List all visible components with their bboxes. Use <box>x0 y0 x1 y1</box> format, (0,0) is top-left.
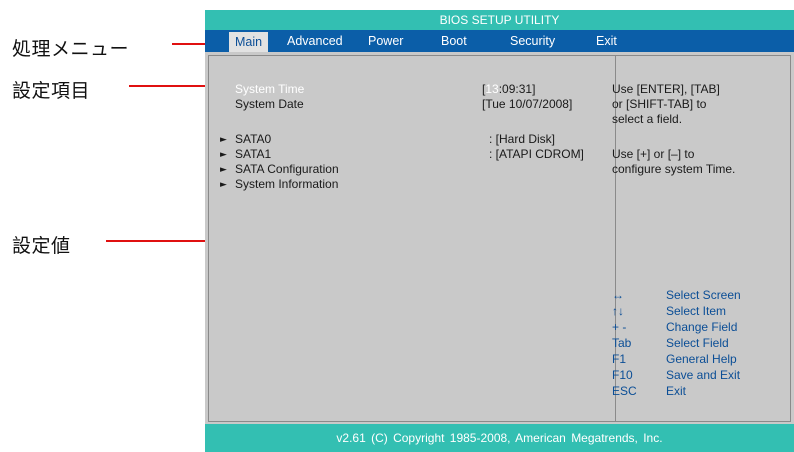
value-sata1: : [ATAPI CDROM] <box>489 147 584 161</box>
keydesc-select-screen: Select Screen <box>666 288 741 302</box>
menu-power[interactable]: Power <box>368 30 403 52</box>
value-system-time[interactable]: [13:09:31] <box>482 82 535 97</box>
keydesc-general-help: General Help <box>666 352 737 366</box>
bios-main-panel: System Time System Date ► SATA0 ► SATA1 … <box>205 52 794 424</box>
submenu-triangle-icon: ► <box>220 165 227 175</box>
item-system-time[interactable]: System Time <box>235 82 304 97</box>
item-sata0[interactable]: SATA0 <box>235 132 271 147</box>
key-general-help: F1 <box>612 352 627 366</box>
bios-title-bar: BIOS SETUP UTILITY <box>205 10 794 30</box>
key-select-screen: ↔ <box>612 288 624 302</box>
value-system-date[interactable]: [Tue 10/07/2008] <box>482 97 572 112</box>
bios-menu-bar: Main Advanced Power Boot Security Exit <box>205 30 794 52</box>
submenu-triangle-icon: ► <box>220 135 227 145</box>
key-select-field: Tab <box>612 336 632 350</box>
keydesc-select-item: Select Item <box>666 304 727 318</box>
keydesc-change-field: Change Field <box>666 320 738 334</box>
time-hour-field[interactable]: 13 <box>485 82 498 96</box>
menu-security[interactable]: Security <box>510 30 555 52</box>
key-save-exit: F10 <box>612 368 633 382</box>
submenu-triangle-icon: ► <box>220 180 227 190</box>
help-line-5: configure system Time. <box>612 162 736 176</box>
time-rest: :09:31] <box>498 82 536 96</box>
help-line-1: Use [ENTER], [TAB] <box>612 82 720 96</box>
menu-boot[interactable]: Boot <box>441 30 467 52</box>
key-select-item: ↑↓ <box>612 304 624 318</box>
menu-advanced[interactable]: Advanced <box>287 30 343 52</box>
item-system-date[interactable]: System Date <box>235 97 304 112</box>
callout-values-label: 設定値 <box>12 235 71 257</box>
menu-exit[interactable]: Exit <box>596 30 617 52</box>
item-sata1[interactable]: SATA1 <box>235 147 271 162</box>
panel-frame: System Time System Date ► SATA0 ► SATA1 … <box>208 55 791 422</box>
help-line-2: or [SHIFT-TAB] to <box>612 97 707 111</box>
callout-menu-label: 処理メニュー <box>12 38 130 60</box>
item-system-information[interactable]: System Information <box>235 177 338 192</box>
item-sata-configuration[interactable]: SATA Configuration <box>235 162 339 177</box>
bios-screen: BIOS SETUP UTILITY Main Advanced Power B… <box>205 10 794 452</box>
key-change-field: + - <box>612 320 627 334</box>
submenu-triangle-icon: ► <box>220 150 227 160</box>
help-line-3: select a field. <box>612 112 683 126</box>
keydesc-exit: Exit <box>666 384 687 398</box>
help-line-4: Use [+] or [–] to <box>612 147 695 161</box>
value-sata0: : [Hard Disk] <box>489 132 556 146</box>
keydesc-select-field: Select Field <box>666 336 729 350</box>
callout-items-label: 設定項目 <box>12 80 91 102</box>
bios-footer-copyright: v2.61 (C) Copyright 1985-2008, American … <box>205 424 794 452</box>
keydesc-save-exit: Save and Exit <box>666 368 741 382</box>
menu-main[interactable]: Main <box>229 32 269 52</box>
key-exit: ESC <box>612 384 637 398</box>
